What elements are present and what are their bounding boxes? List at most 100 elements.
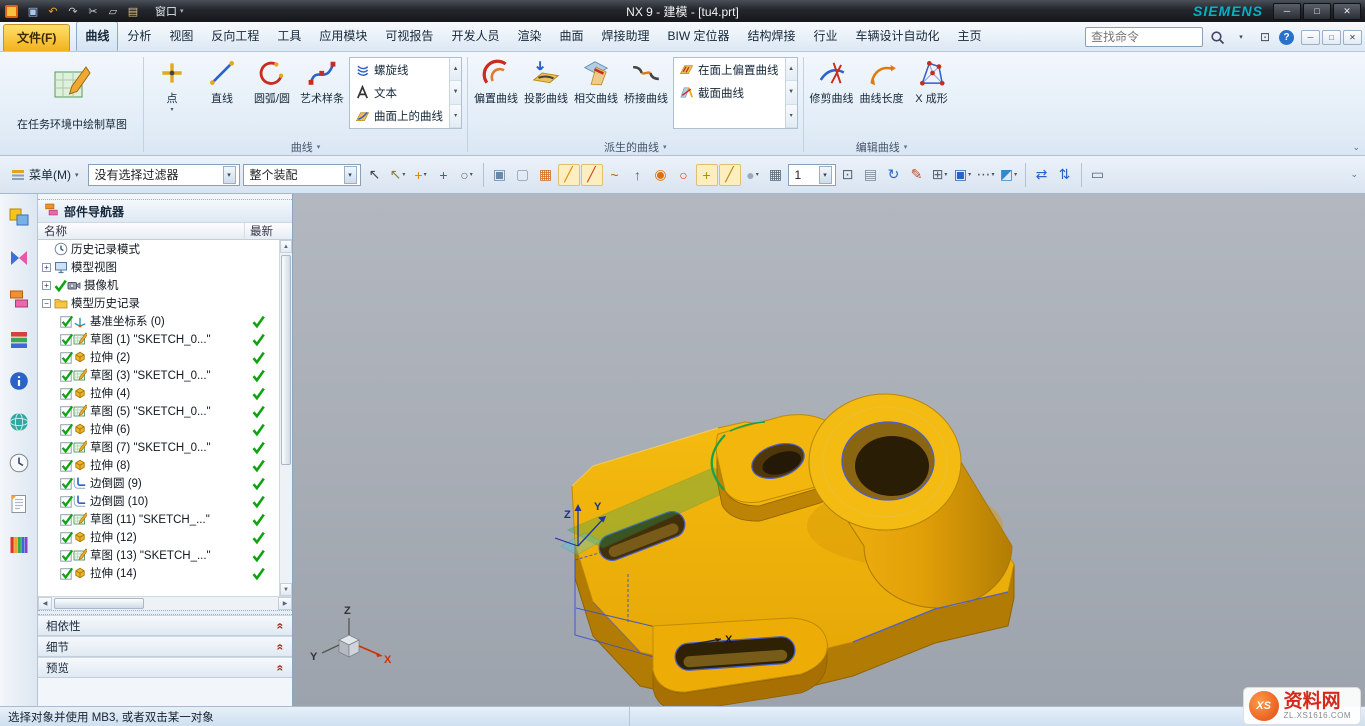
expand-toggle[interactable]: +	[42, 263, 51, 272]
gallery-scroll-icon-0[interactable]: ▲	[450, 58, 461, 81]
tab-应用模块[interactable]: 应用模块	[310, 21, 376, 51]
tree-item[interactable]: 草图 (7) "SKETCH_0..."	[38, 438, 279, 456]
tab-BIW 定位器[interactable]: BIW 定位器	[659, 21, 739, 51]
system-templates-icon[interactable]	[6, 491, 32, 517]
ribbon-button-xform[interactable]: X 成形	[907, 55, 957, 106]
tree-item[interactable]: 草图 (1) "SKETCH_0..."	[38, 330, 279, 348]
tab-主页[interactable]: 主页	[949, 21, 991, 51]
red-slash-icon[interactable]: ╱	[581, 164, 603, 186]
center-point-icon[interactable]: ◉	[650, 164, 672, 186]
point-on-curve-icon[interactable]: +	[433, 164, 455, 186]
selection-filter-combo[interactable]: 没有选择过滤器 ▾	[88, 164, 240, 186]
show-hide-icon[interactable]: ▣	[489, 164, 511, 186]
ribbon-button-intersect[interactable]: 相交曲线	[571, 55, 621, 106]
layout-icon[interactable]: ⊞▾	[929, 164, 951, 186]
group-label-edit-curve[interactable]: 编辑曲线▾	[805, 139, 959, 155]
panel-细节[interactable]: 细节«	[38, 636, 292, 657]
save-icon[interactable]: ▣	[24, 3, 42, 19]
tab-视图[interactable]: 视图	[160, 21, 202, 51]
work-layer-combo[interactable]: 1▾	[788, 164, 836, 186]
gallery-item-helix[interactable]: 螺旋线	[350, 58, 449, 81]
tab-开发人员[interactable]: 开发人员	[442, 21, 508, 51]
scroll-down-icon[interactable]: ▼	[280, 583, 292, 596]
refresh-icon[interactable]: ↻	[883, 164, 905, 186]
tree-item[interactable]: +摄像机	[38, 276, 279, 294]
scroll-right-icon[interactable]: ▶	[278, 597, 292, 610]
graphics-viewport[interactable]: X Z Y	[293, 194, 1365, 706]
ghost-box-icon[interactable]: ▢	[512, 164, 534, 186]
tab-渲染[interactable]: 渲染	[508, 21, 550, 51]
orange-slash-icon[interactable]: ╱	[558, 164, 580, 186]
materials-icon[interactable]	[6, 532, 32, 558]
lasso-icon[interactable]: ○▾	[456, 164, 478, 186]
tree-item[interactable]: 历史记录模式	[38, 240, 279, 258]
gallery-scroll-icon-1[interactable]: ▼	[786, 81, 797, 104]
part-navigator-icon[interactable]	[6, 286, 32, 312]
ribbon-button-arc[interactable]: 圆弧/圆	[247, 55, 297, 106]
tab-曲线[interactable]: 曲线	[76, 21, 118, 51]
tree-item[interactable]: +模型视图	[38, 258, 279, 276]
close-button[interactable]: ✕	[1333, 3, 1361, 20]
panel-相依性[interactable]: 相依性«	[38, 615, 292, 636]
snap-point-icon[interactable]: +▾	[410, 164, 432, 186]
ribbon-button-offset[interactable]: 偏置曲线	[471, 55, 521, 106]
group-label-derived-curve[interactable]: 派生的曲线▾	[469, 139, 802, 155]
column-header-name[interactable]: 名称	[38, 223, 245, 239]
ribbon-button-line[interactable]: 直线	[197, 55, 247, 106]
doc-close-button[interactable]: ✕	[1343, 30, 1362, 45]
tree-item[interactable]: 拉伸 (14)	[38, 564, 279, 582]
window-menu-button[interactable]: 窗口▾	[150, 2, 189, 20]
command-finder-input[interactable]	[1085, 27, 1203, 47]
tab-车辆设计自动化[interactable]: 车辆设计自动化	[847, 21, 949, 51]
redo-icon[interactable]: ↷	[64, 3, 82, 19]
ribbon-button-trim[interactable]: 修剪曲线	[807, 55, 857, 106]
history-icon[interactable]	[6, 450, 32, 476]
tree-item[interactable]: 拉伸 (2)	[38, 348, 279, 366]
reuse-library-icon[interactable]	[6, 327, 32, 353]
hd3d-tool-icon[interactable]	[6, 368, 32, 394]
tree-item[interactable]: 拉伸 (12)	[38, 528, 279, 546]
menu-button[interactable]: 菜单(M) ▾	[5, 163, 85, 186]
window-find-icon[interactable]: ⊡	[1255, 27, 1275, 47]
gallery-scroll-icon-2[interactable]: ▾	[450, 105, 461, 128]
selection-pointer-icon[interactable]: ↖	[364, 164, 386, 186]
tree-item[interactable]: 草图 (11) "SKETCH_..."	[38, 510, 279, 528]
move-rotate-icon[interactable]: ▦	[535, 164, 557, 186]
scroll-left-icon[interactable]: ◀	[38, 597, 52, 610]
scrollbar-track[interactable]	[52, 597, 278, 610]
doc-restore-button[interactable]: □	[1322, 30, 1341, 45]
window-icon[interactable]: ⊡	[837, 164, 859, 186]
doc-minimize-button[interactable]: ─	[1301, 30, 1320, 45]
tab-焊接助理[interactable]: 焊接助理	[592, 21, 658, 51]
vector-icon[interactable]: ↑	[627, 164, 649, 186]
selection-scope-combo[interactable]: 整个装配 ▾	[243, 164, 361, 186]
gallery-item-text[interactable]: 文本	[350, 81, 449, 104]
file-menu-button[interactable]: 文件(F)	[3, 24, 70, 51]
tree-item[interactable]: 拉伸 (6)	[38, 420, 279, 438]
paste-icon[interactable]: ▤	[124, 3, 142, 19]
minimize-button[interactable]: ─	[1273, 3, 1301, 20]
gallery-item-oif[interactable]: 在面上偏置曲线	[674, 58, 785, 81]
tab-行业[interactable]: 行业	[805, 21, 847, 51]
expand-toggle[interactable]: −	[42, 299, 51, 308]
panel-预览[interactable]: 预览«	[38, 657, 292, 678]
slash-snap-icon[interactable]: ╱	[719, 164, 741, 186]
edit-object-display-icon[interactable]: ✎	[906, 164, 928, 186]
grid-snap-icon[interactable]: ▦	[765, 164, 787, 186]
tab-结构焊接[interactable]: 结构焊接	[739, 21, 805, 51]
capture-icon[interactable]: ▤	[860, 164, 882, 186]
viewport-canvas[interactable]: X Z Y	[293, 194, 1365, 706]
zoom-sync-icon[interactable]: ⇅	[1054, 164, 1076, 186]
gallery-item-cos[interactable]: 曲面上的曲线	[350, 105, 449, 128]
tree-item[interactable]: −模型历史记录	[38, 294, 279, 312]
tree-item[interactable]: 草图 (13) "SKETCH_..."	[38, 546, 279, 564]
search-icon[interactable]	[1207, 27, 1227, 47]
plus-snap-icon[interactable]: +	[696, 164, 718, 186]
scrollbar-thumb[interactable]	[281, 255, 291, 465]
toolbar-overflow-icon[interactable]: ⌄	[1350, 169, 1360, 180]
tree-item[interactable]: 草图 (3) "SKETCH_0..."	[38, 366, 279, 384]
curve-snap-icon[interactable]: ~	[604, 164, 626, 186]
help-icon[interactable]: ?	[1279, 30, 1294, 45]
ribbon-button-length[interactable]: 曲线长度	[857, 55, 907, 106]
ribbon-button-point[interactable]: 点▾	[147, 55, 197, 113]
